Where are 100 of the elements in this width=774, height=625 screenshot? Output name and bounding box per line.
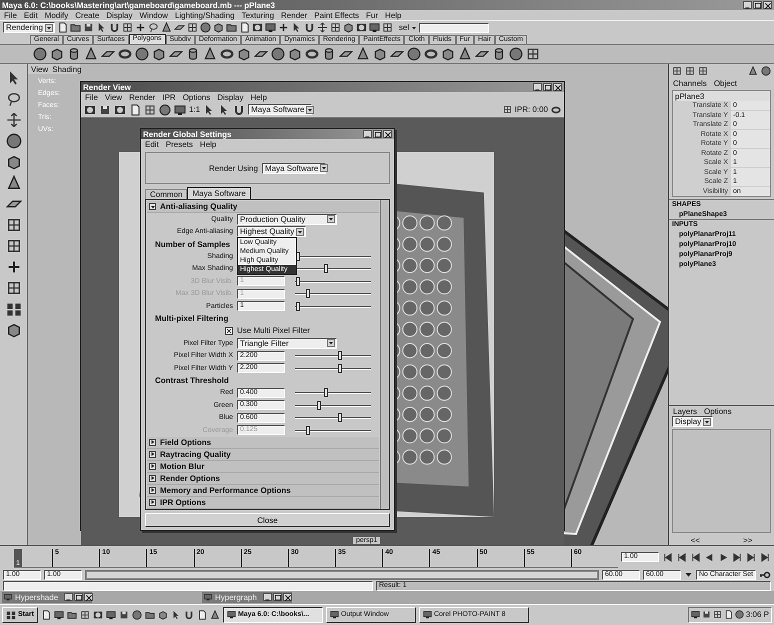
skip-to-start-icon[interactable] bbox=[662, 552, 673, 563]
monitor-icon[interactable] bbox=[368, 22, 380, 33]
slider-thumb[interactable] bbox=[296, 252, 300, 261]
cone-icon[interactable] bbox=[210, 610, 220, 620]
menu-item[interactable]: Options bbox=[704, 406, 732, 416]
play-forward-icon[interactable] bbox=[718, 552, 729, 563]
cube-icon[interactable] bbox=[237, 47, 251, 61]
cube-icon[interactable] bbox=[158, 610, 168, 620]
sphere-icon[interactable] bbox=[509, 47, 523, 61]
grid-icon[interactable] bbox=[186, 22, 198, 33]
step-back-key-icon[interactable] bbox=[676, 552, 687, 563]
plane-icon[interactable] bbox=[174, 22, 185, 33]
slider-track[interactable] bbox=[295, 364, 371, 373]
menu-item[interactable]: Modify bbox=[44, 10, 68, 20]
slider-thumb[interactable] bbox=[324, 264, 328, 274]
dropdown[interactable]: Highest Quality bbox=[237, 226, 306, 238]
menu-item[interactable]: Help bbox=[385, 10, 402, 20]
cube-icon[interactable] bbox=[441, 47, 455, 61]
cylinder-icon[interactable] bbox=[67, 47, 81, 61]
grid-icon[interactable] bbox=[80, 610, 90, 620]
menu-item[interactable]: Presets bbox=[166, 140, 193, 148]
move-icon[interactable] bbox=[6, 112, 22, 128]
slider-track[interactable] bbox=[295, 413, 371, 422]
minimize-button[interactable] bbox=[64, 593, 74, 602]
menu-item[interactable]: Render bbox=[129, 92, 156, 102]
grid-icon[interactable] bbox=[6, 280, 22, 296]
section-header[interactable]: Raytracing Quality bbox=[147, 448, 379, 460]
grid-icon[interactable] bbox=[330, 22, 341, 33]
caret-icon[interactable] bbox=[411, 24, 418, 30]
sphere-icon[interactable] bbox=[407, 47, 421, 61]
magnet-icon[interactable] bbox=[304, 22, 315, 33]
cone-icon[interactable] bbox=[160, 22, 172, 33]
menu-item[interactable]: File bbox=[4, 10, 17, 20]
folder-icon[interactable] bbox=[144, 610, 155, 620]
magnet-icon[interactable] bbox=[233, 104, 246, 116]
document-icon[interactable] bbox=[40, 610, 51, 620]
menu-item[interactable]: Window bbox=[140, 10, 168, 20]
menu-item[interactable]: Channels bbox=[673, 78, 707, 88]
menu-item[interactable]: Object bbox=[714, 78, 737, 88]
maximize-button[interactable] bbox=[753, 1, 762, 9]
menu-item[interactable]: Display bbox=[217, 92, 244, 102]
scroll-bar[interactable] bbox=[380, 200, 389, 509]
menu-item[interactable]: View bbox=[104, 92, 122, 102]
grid-icon[interactable] bbox=[382, 22, 393, 33]
checkbox[interactable] bbox=[225, 326, 233, 335]
menu-item[interactable]: File bbox=[85, 92, 98, 102]
cube-icon[interactable] bbox=[6, 322, 22, 338]
monitor-icon[interactable] bbox=[106, 610, 116, 620]
menu-item[interactable]: Layers bbox=[673, 406, 698, 416]
maximize-button[interactable] bbox=[543, 83, 552, 91]
section-header[interactable]: Motion Blur bbox=[147, 460, 379, 472]
slider-track[interactable] bbox=[295, 388, 371, 398]
lasso-icon[interactable] bbox=[6, 91, 22, 107]
monitor-icon[interactable] bbox=[54, 610, 64, 620]
skip-to-end-icon[interactable] bbox=[760, 552, 771, 563]
cube-icon[interactable] bbox=[152, 47, 166, 61]
sphere-icon[interactable] bbox=[6, 133, 22, 149]
slider-track[interactable] bbox=[295, 302, 371, 311]
section-header[interactable]: Render Options bbox=[147, 472, 379, 484]
dropdown[interactable]: Triangle Filter bbox=[237, 338, 337, 349]
minimize-button[interactable] bbox=[533, 83, 542, 91]
document-icon[interactable] bbox=[196, 610, 207, 620]
torus-icon[interactable] bbox=[424, 47, 438, 61]
maximize-button[interactable] bbox=[272, 593, 282, 602]
channel-layout-icon[interactable] bbox=[698, 66, 708, 76]
command-line-field[interactable] bbox=[3, 580, 373, 591]
slider-thumb[interactable] bbox=[316, 400, 321, 410]
monitor-icon[interactable] bbox=[690, 610, 700, 620]
document-icon[interactable] bbox=[129, 104, 141, 116]
cone-icon[interactable] bbox=[356, 47, 370, 61]
document-icon[interactable] bbox=[56, 22, 68, 33]
cylinder-icon[interactable] bbox=[186, 47, 200, 61]
section-header[interactable]: Field Options bbox=[147, 436, 379, 448]
magnet-icon[interactable] bbox=[184, 610, 194, 620]
magnet-icon[interactable] bbox=[108, 22, 120, 33]
menu-item[interactable]: Options bbox=[182, 92, 210, 102]
plus-icon[interactable] bbox=[6, 259, 22, 275]
menu-item[interactable]: Help bbox=[250, 92, 267, 102]
close-button[interactable] bbox=[84, 593, 94, 602]
folder-icon[interactable] bbox=[226, 22, 237, 33]
cube-icon[interactable] bbox=[288, 47, 302, 61]
grid-icon[interactable] bbox=[144, 104, 156, 116]
slider-track[interactable] bbox=[295, 400, 371, 410]
document-icon[interactable] bbox=[724, 610, 733, 620]
menu-item[interactable]: Fur bbox=[366, 10, 378, 20]
grid-icon[interactable] bbox=[122, 22, 133, 33]
channel-layout-icon[interactable] bbox=[685, 66, 695, 76]
slider-thumb[interactable] bbox=[338, 413, 342, 422]
menu-item[interactable]: Display bbox=[106, 10, 132, 20]
menu-item[interactable]: Edit bbox=[145, 140, 159, 148]
close-button[interactable] bbox=[383, 130, 392, 138]
cube-icon[interactable] bbox=[373, 47, 387, 61]
renderer-dropdown[interactable]: Maya Software bbox=[262, 162, 326, 174]
channel-layout-icon[interactable] bbox=[672, 66, 682, 76]
minimize-button[interactable] bbox=[363, 130, 372, 138]
sphere-icon[interactable] bbox=[159, 104, 171, 116]
menu-set-dropdown[interactable]: Rendering bbox=[3, 22, 55, 33]
menu-item[interactable]: Render bbox=[281, 10, 308, 20]
close-button[interactable] bbox=[763, 1, 772, 9]
cube-icon[interactable] bbox=[342, 22, 354, 33]
